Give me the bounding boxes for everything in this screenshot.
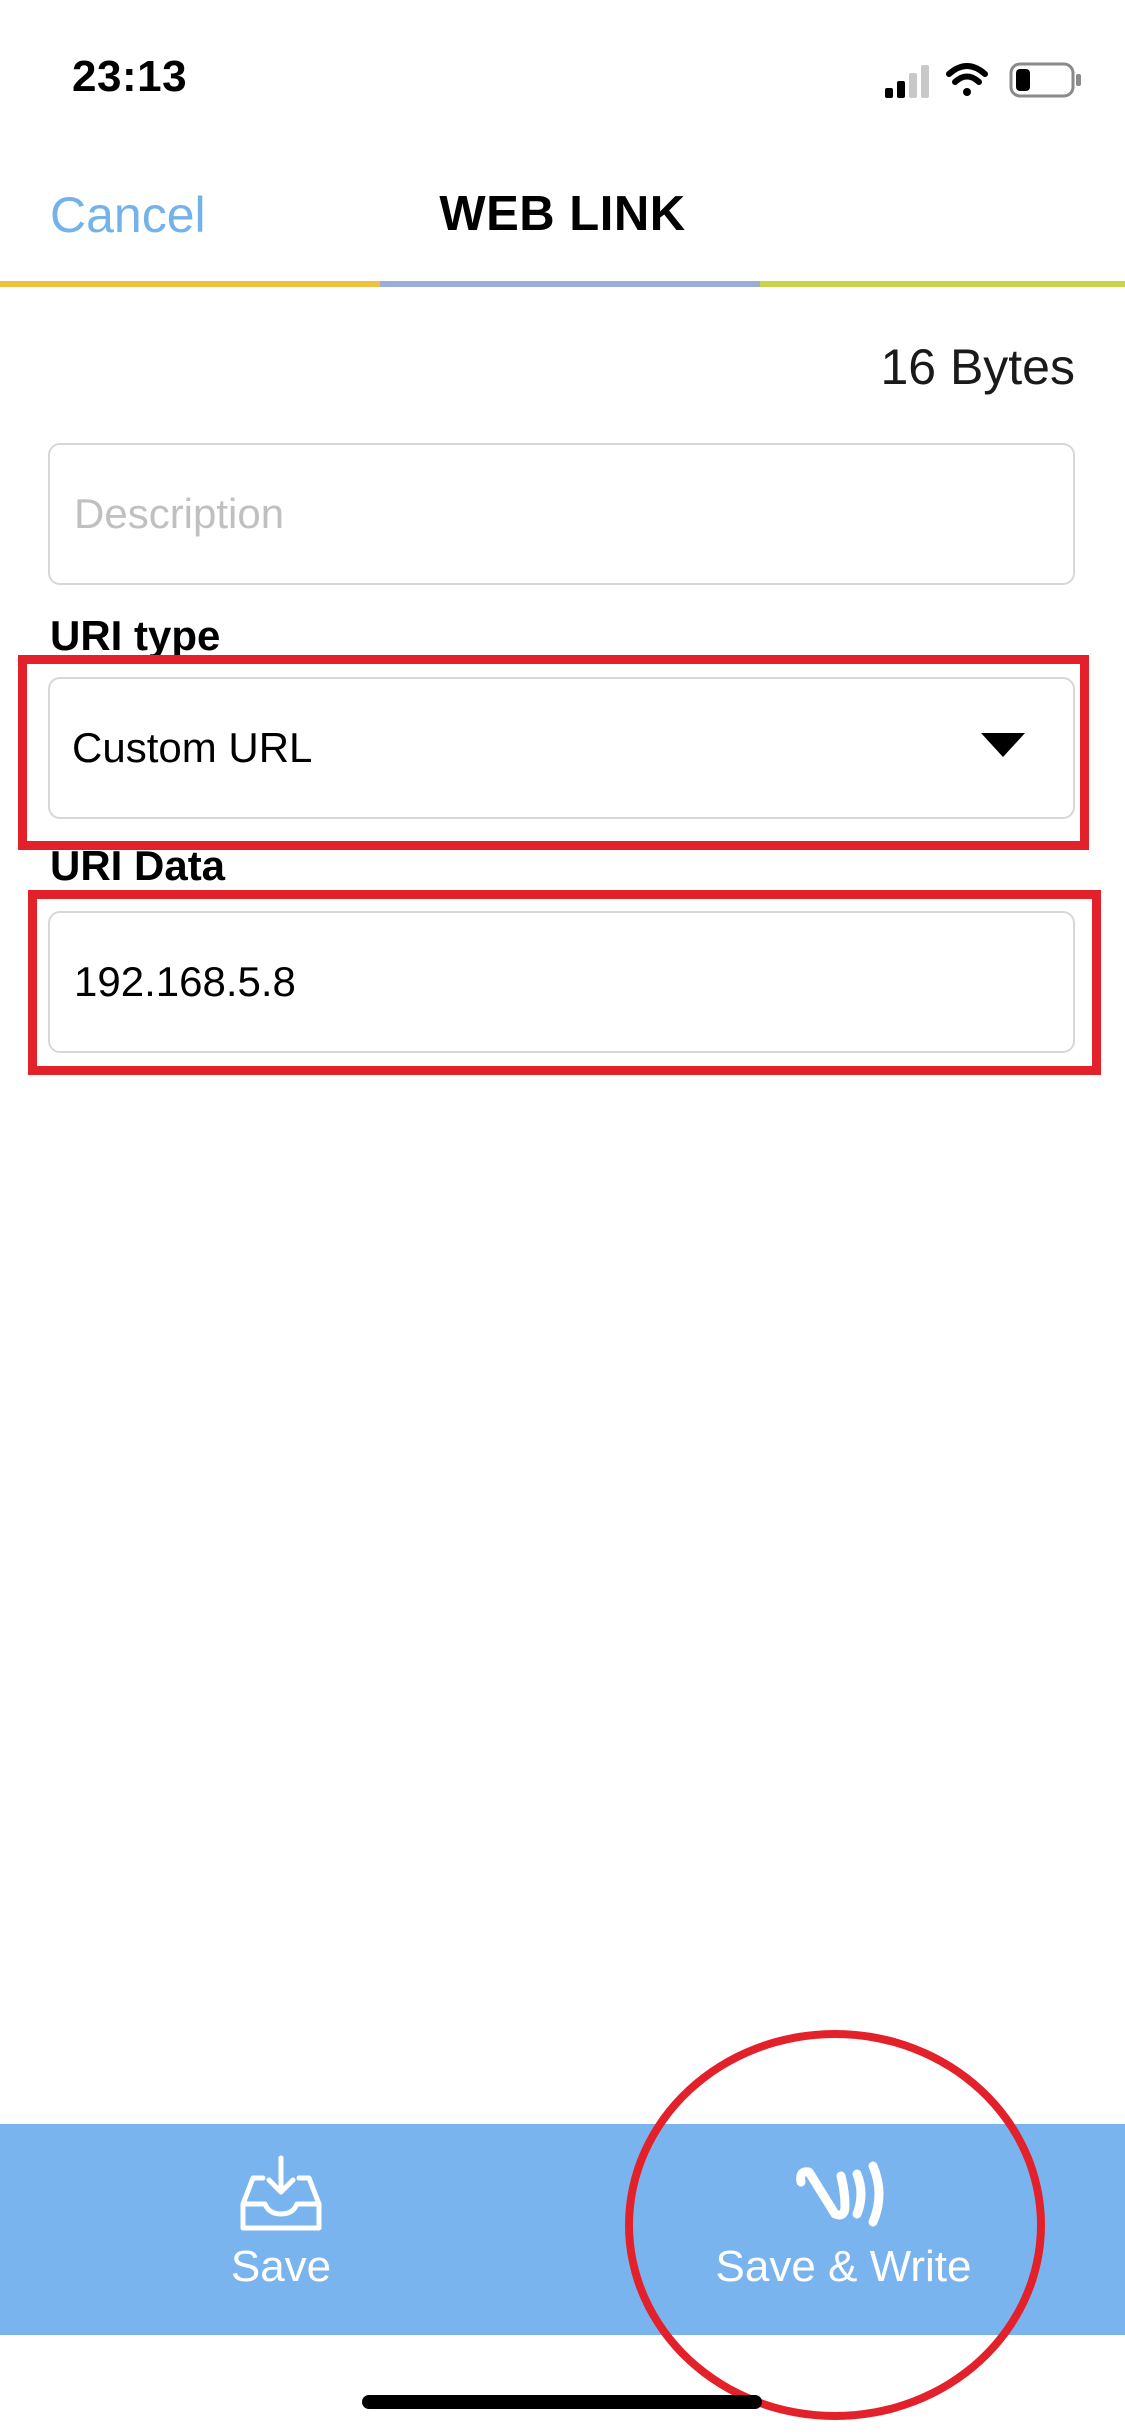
divider-yellow: [0, 281, 380, 287]
status-time: 23:13: [72, 52, 188, 101]
uri-type-label: URI type: [50, 612, 221, 659]
annotation-circle-save-write: [625, 2030, 1045, 2420]
annotation-box-uri-type: [18, 655, 1089, 850]
byte-count: 16 Bytes: [880, 339, 1075, 395]
save-button[interactable]: Save: [0, 2124, 562, 2335]
description-field[interactable]: [48, 443, 1075, 585]
cancel-button[interactable]: Cancel: [50, 186, 206, 244]
status-icons-svg: [885, 62, 1081, 98]
description-input[interactable]: [72, 489, 1051, 539]
wifi-icon: [946, 63, 988, 96]
divider-blue: [380, 281, 760, 287]
uri-data-label: URI Data: [50, 842, 226, 889]
cellular-signal-icon: [885, 65, 929, 98]
status-icons: [885, 60, 1085, 100]
annotation-box-uri-data: [28, 890, 1101, 1075]
page-title: WEB LINK: [439, 187, 686, 241]
inbox-download-icon: [240, 2155, 322, 2231]
battery-icon: [1009, 62, 1081, 98]
home-indicator: [362, 2395, 762, 2409]
divider-green: [760, 281, 1125, 287]
save-label: Save: [230, 2242, 332, 2291]
